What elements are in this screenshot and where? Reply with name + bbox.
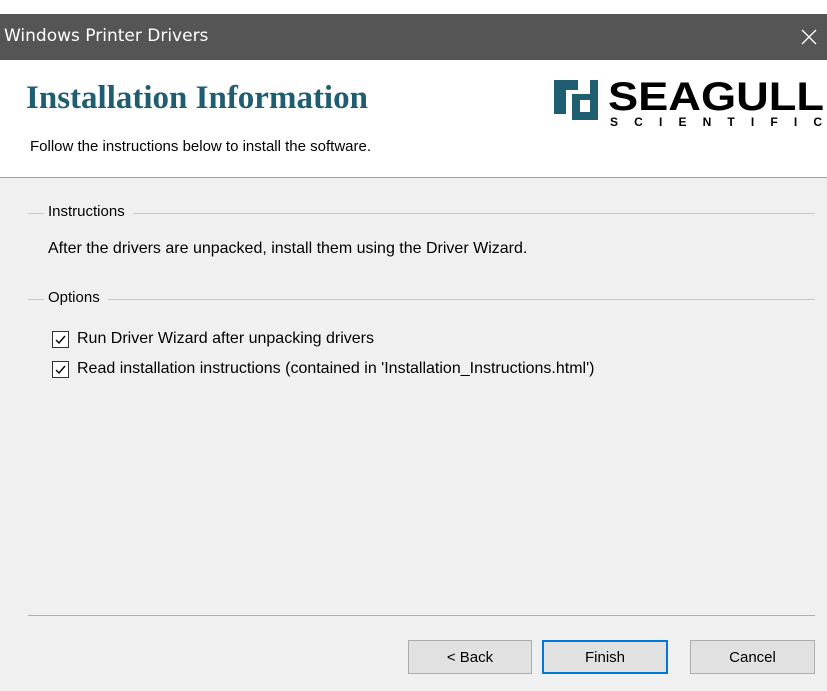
run-driver-wizard-label: Run Driver Wizard after unpacking driver… (77, 330, 374, 347)
header-panel: Installation Information Follow the inst… (0, 60, 827, 178)
instructions-group-label: Instructions (44, 203, 133, 220)
svg-text:SEAGULL: SEAGULL (608, 75, 824, 119)
read-instructions-checkbox[interactable]: Read installation instructions (containe… (52, 358, 594, 380)
checkbox-checked-icon (52, 360, 69, 378)
finish-button[interactable]: Finish (542, 640, 668, 674)
instructions-text: After the drivers are unpacked, install … (48, 240, 528, 257)
page-subtitle: Follow the instructions below to install… (30, 138, 371, 155)
cancel-button[interactable]: Cancel (690, 640, 815, 674)
back-button[interactable]: < Back (408, 640, 532, 674)
title-bar: Windows Printer Drivers (0, 14, 827, 60)
window-title: Windows Printer Drivers (4, 26, 209, 46)
seagull-logo-mark (554, 80, 598, 120)
page-title: Installation Information (26, 80, 368, 116)
close-icon[interactable] (797, 22, 821, 50)
seagull-scientific-logo: SEAGULL SCIENTIFIC (548, 74, 827, 129)
run-driver-wizard-checkbox[interactable]: Run Driver Wizard after unpacking driver… (52, 328, 374, 350)
options-group-label: Options (44, 289, 108, 306)
installer-dialog: Windows Printer Drivers Installation Inf… (0, 14, 827, 691)
checkbox-checked-icon (52, 330, 69, 348)
footer-divider (28, 615, 815, 616)
instructions-group-line (28, 213, 815, 214)
read-instructions-label: Read installation instructions (containe… (77, 360, 595, 377)
options-group-line (28, 299, 815, 300)
